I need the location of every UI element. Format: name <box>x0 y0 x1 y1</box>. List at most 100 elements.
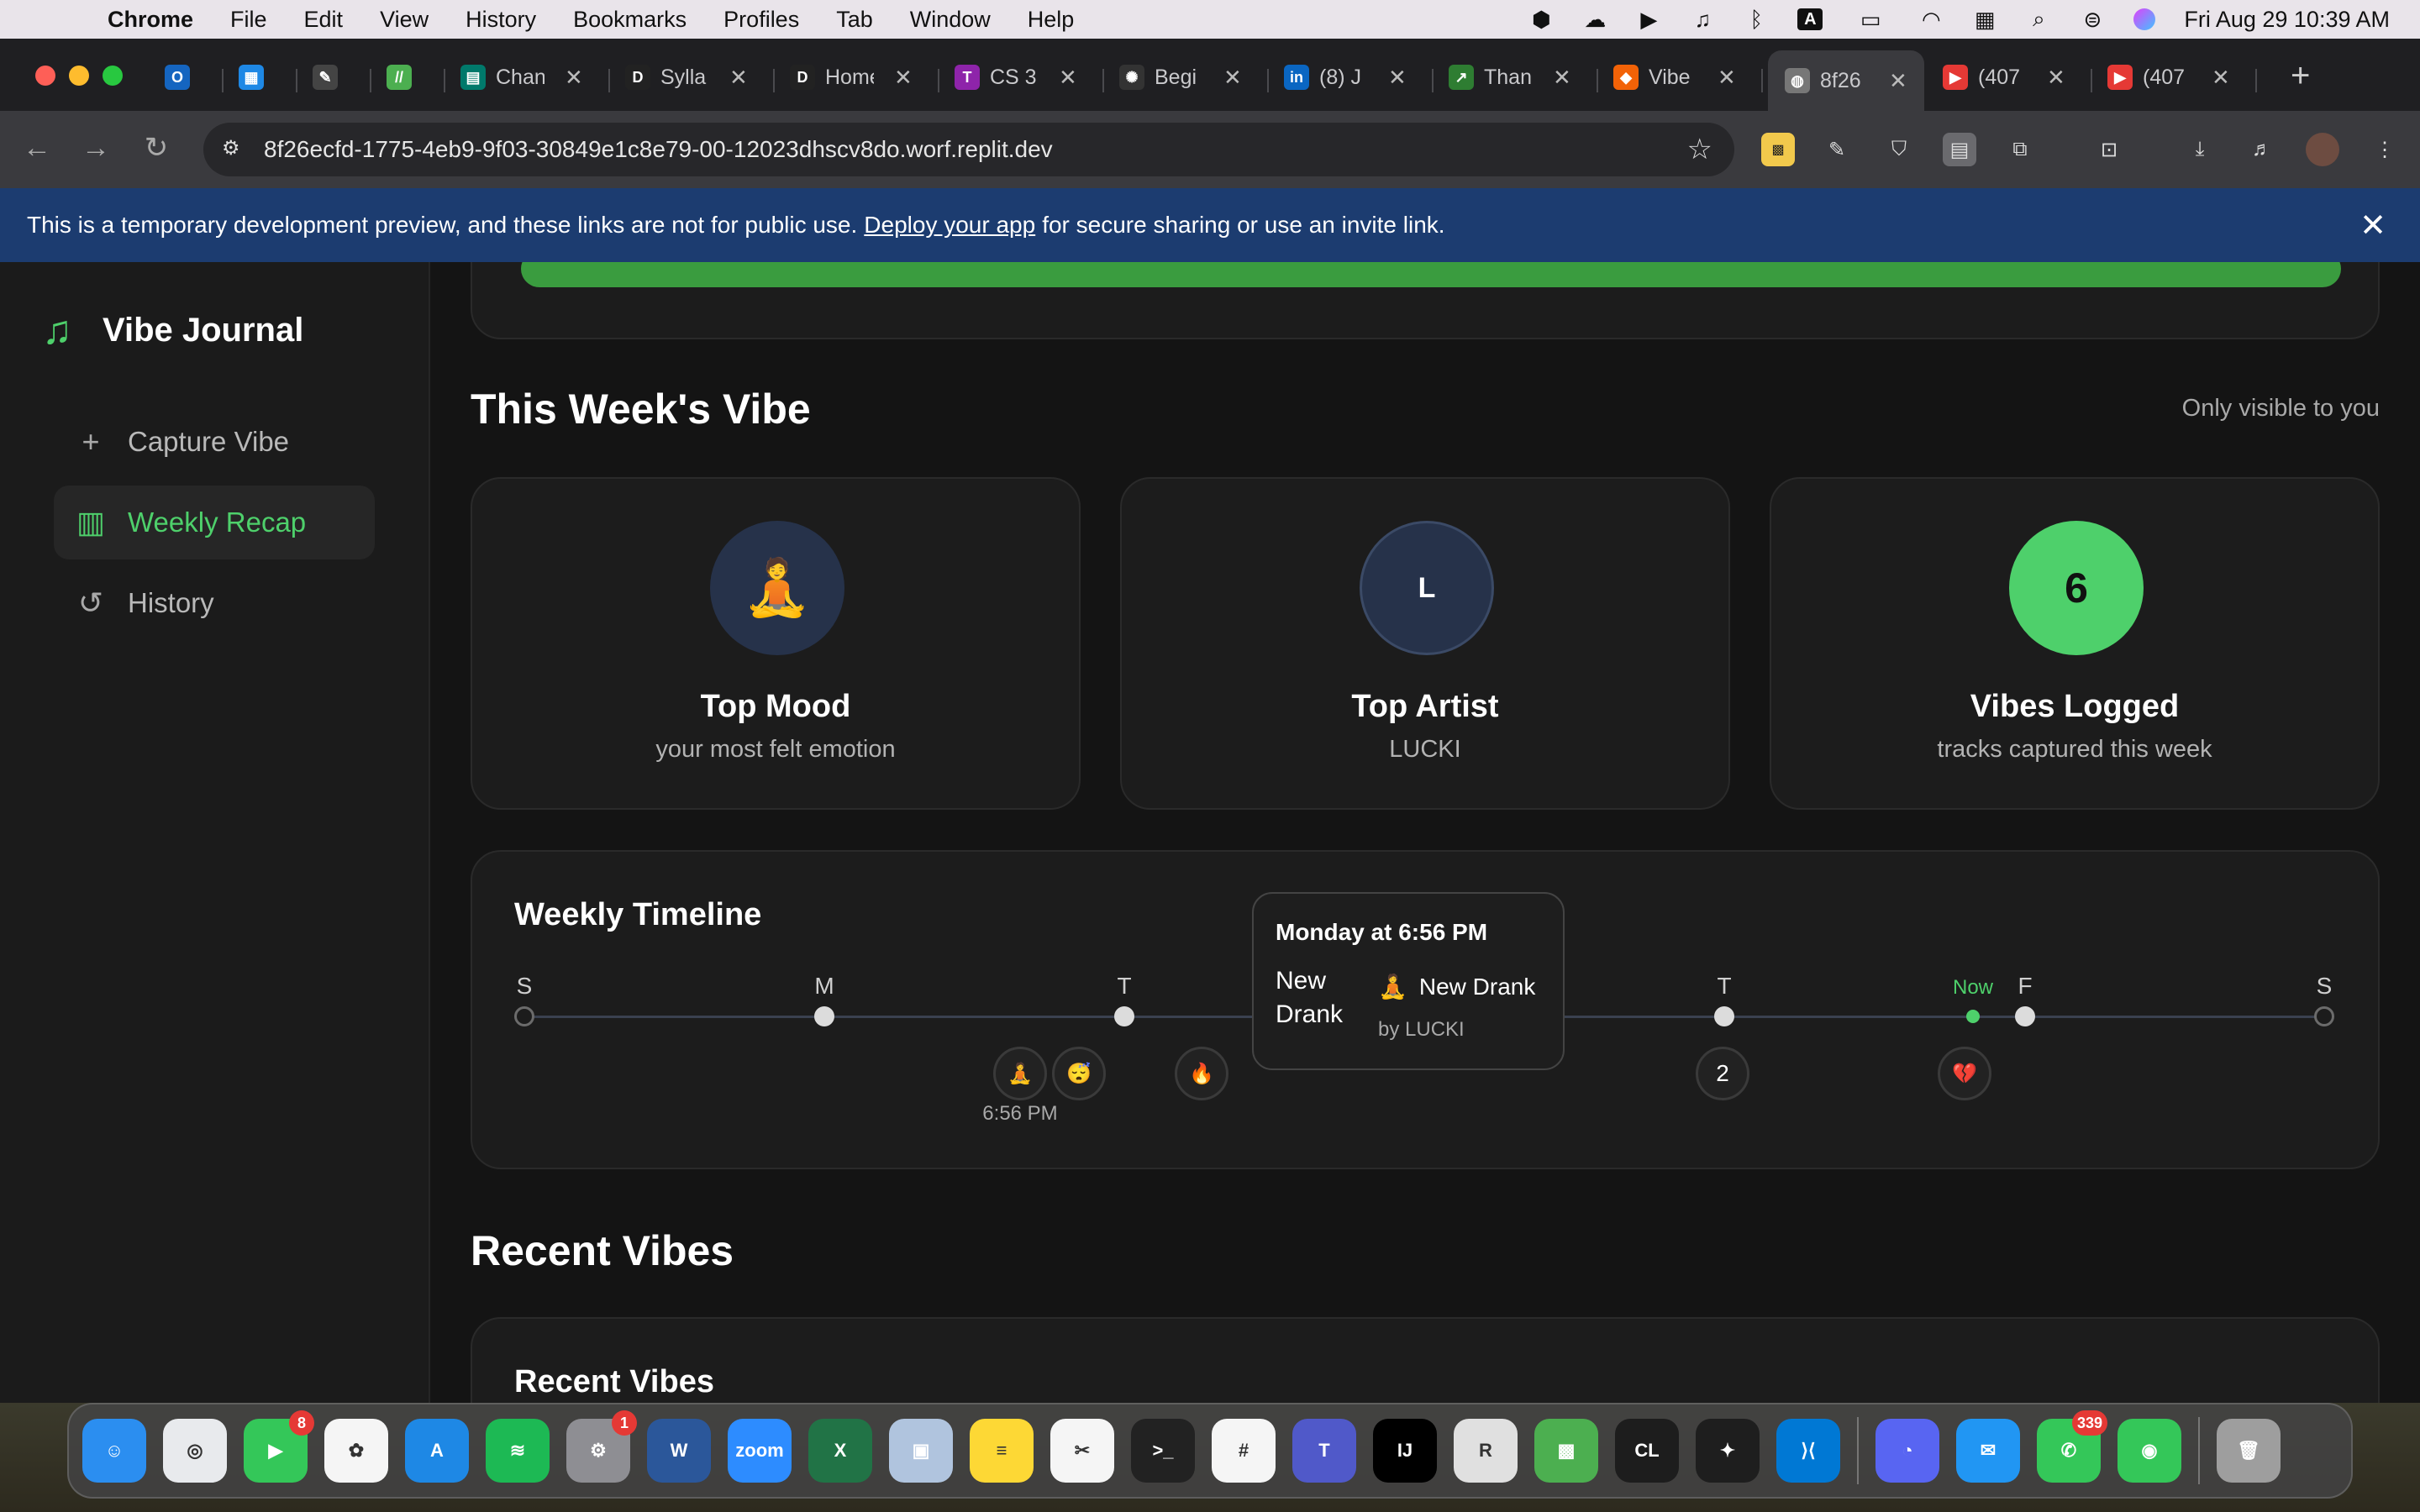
browser-tab[interactable]: // <box>387 57 422 97</box>
slack-icon[interactable]: # <box>1212 1419 1276 1483</box>
minecraft-icon[interactable]: ▩ <box>1534 1419 1598 1483</box>
day-dot[interactable] <box>514 1006 534 1026</box>
new-tab-button[interactable]: + <box>2291 57 2310 95</box>
zoom-window-button[interactable] <box>103 66 123 86</box>
eyedropper-icon[interactable]: ✎ <box>1820 133 1854 166</box>
chrome-menu-icon[interactable]: ⋮ <box>2368 133 2402 166</box>
browser-tab[interactable]: ✺ Begi ✕ <box>1119 57 1242 97</box>
capcut-icon[interactable]: ✂ <box>1050 1419 1114 1483</box>
browser-tab[interactable]: ▶ (407 ✕ <box>1943 57 2065 97</box>
back-button[interactable]: ← <box>18 129 55 166</box>
sidebar-item-capture-vibe[interactable]: + Capture Vibe <box>54 405 375 479</box>
close-tab-icon[interactable]: ✕ <box>2212 65 2230 91</box>
terminal-icon[interactable]: >_ <box>1131 1419 1195 1483</box>
browser-tab[interactable]: T CS 3 ✕ <box>955 57 1077 97</box>
day-dot[interactable] <box>1114 1006 1134 1026</box>
close-window-button[interactable] <box>35 66 55 86</box>
media-control-icon[interactable]: ♬ <box>2245 133 2279 166</box>
close-tab-icon[interactable]: ✕ <box>1889 68 1907 94</box>
browser-tab[interactable]: ▤ Chan ✕ <box>460 57 583 97</box>
find-my-icon[interactable]: ◉ <box>2118 1419 2181 1483</box>
excel-icon[interactable]: X <box>808 1419 872 1483</box>
menu-profiles[interactable]: Profiles <box>723 7 799 33</box>
spotlight-search-icon[interactable]: ⌕ <box>2026 6 2051 31</box>
address-url[interactable]: 8f26ecfd-1775-4eb9-9f03-30849e1c8e79-00-… <box>264 136 1053 163</box>
close-tab-icon[interactable]: ✕ <box>1553 65 1571 91</box>
extension-icon[interactable]: ▤ <box>1943 133 1976 166</box>
settings-icon[interactable]: ⚙ 1 <box>566 1410 637 1483</box>
day-dot[interactable] <box>814 1006 834 1026</box>
tab-search-icon[interactable]: ⊡ <box>2092 133 2126 166</box>
address-bar[interactable]: ⚙ 8f26ecfd-1775-4eb9-9f03-30849e1c8e79-0… <box>203 123 1734 176</box>
brand[interactable]: ♫ Vibe Journal <box>42 307 303 354</box>
menu-window[interactable]: Window <box>910 7 991 33</box>
menu-history[interactable]: History <box>466 7 536 33</box>
close-tab-icon[interactable]: ✕ <box>1059 65 1077 91</box>
app-store-icon[interactable]: A <box>405 1419 469 1483</box>
status-app-icon[interactable]: ⬢ <box>1528 7 1554 32</box>
browser-tab[interactable]: D Home ✕ <box>790 57 913 97</box>
discord-icon[interactable]: ◔ <box>1876 1419 1939 1483</box>
preview-icon[interactable]: ▣ <box>889 1419 953 1483</box>
menu-view[interactable]: View <box>380 7 429 33</box>
status-creative-cloud-icon[interactable]: ☁ <box>1582 7 1607 32</box>
shield-extension-icon[interactable]: ⛉ <box>1882 133 1916 166</box>
green-action-bar[interactable] <box>521 262 2341 287</box>
keyboard-input-icon[interactable]: A <box>1797 8 1823 30</box>
facetime-icon[interactable]: ▶ 8 <box>244 1410 314 1483</box>
browser-tab[interactable]: ◆ Vibe ✕ <box>1613 57 1736 97</box>
photos-icon[interactable]: ✿ <box>324 1419 388 1483</box>
status-play-icon[interactable]: ▶ <box>1636 7 1661 32</box>
word-icon[interactable]: W <box>647 1419 711 1483</box>
bookmark-star-icon[interactable]: ☆ <box>1687 133 1712 166</box>
siri-icon[interactable] <box>2133 8 2156 30</box>
clion-icon[interactable]: CL <box>1615 1419 1679 1483</box>
close-tab-icon[interactable]: ✕ <box>1388 65 1407 91</box>
browser-tab[interactable]: D Sylla ✕ <box>625 57 748 97</box>
timeline-entry[interactable]: 🧘 <box>993 1047 1047 1100</box>
close-tab-icon[interactable]: ✕ <box>565 65 583 91</box>
browser-tab[interactable]: ▦ <box>239 57 274 97</box>
intellij-icon[interactable]: IJ <box>1373 1419 1437 1483</box>
control-center-icon[interactable]: ⊜ <box>2080 7 2105 32</box>
notes-icon[interactable]: ≡ <box>970 1419 1034 1483</box>
menu-help[interactable]: Help <box>1028 7 1075 33</box>
forward-button[interactable]: → <box>77 129 114 166</box>
download-icon[interactable]: ⤓ <box>2183 133 2217 166</box>
browser-tab[interactable]: ▶ (407 ✕ <box>2107 57 2230 97</box>
day-dot[interactable] <box>1714 1006 1734 1026</box>
site-info-icon[interactable]: ⚙ <box>222 136 249 163</box>
browser-tab[interactable]: in (8) J ✕ <box>1284 57 1407 97</box>
spotify-icon[interactable]: ≋ <box>486 1419 550 1483</box>
memory-icon[interactable]: ▦ <box>1972 7 1997 32</box>
menu-app-name[interactable]: Chrome <box>108 7 193 33</box>
wifi-icon[interactable]: ◠ <box>1918 7 1944 32</box>
close-tab-icon[interactable]: ✕ <box>894 65 913 91</box>
browser-tab[interactable]: ✎ <box>313 57 348 97</box>
trash-icon[interactable]: 🗑 <box>2217 1419 2281 1483</box>
menu-bookmarks[interactable]: Bookmarks <box>573 7 687 33</box>
battery-icon[interactable]: ▭ <box>1851 7 1890 32</box>
close-banner-icon[interactable]: ✕ <box>2360 207 2386 244</box>
extension-2048-icon[interactable]: ▩ <box>1761 133 1795 166</box>
close-tab-icon[interactable]: ✕ <box>1718 65 1736 91</box>
sidebar-item-weekly-recap[interactable]: ▥ Weekly Recap <box>54 486 375 559</box>
timeline-entry[interactable]: 💔 <box>1938 1047 1991 1100</box>
finder-icon[interactable]: ☺ <box>82 1419 146 1483</box>
timeline-entry[interactable]: 😴 <box>1052 1047 1106 1100</box>
day-dot[interactable] <box>2015 1006 2035 1026</box>
deploy-app-link[interactable]: Deploy your app <box>864 212 1035 239</box>
profile-avatar[interactable] <box>2306 133 2339 166</box>
close-tab-icon[interactable]: ✕ <box>1223 65 1242 91</box>
chrome-icon[interactable]: ◎ <box>163 1419 227 1483</box>
menu-clock[interactable]: Fri Aug 29 10:39 AM <box>2184 7 2390 33</box>
r-icon[interactable]: R <box>1454 1419 1518 1483</box>
close-tab-icon[interactable]: ✕ <box>2047 65 2065 91</box>
menu-tab[interactable]: Tab <box>836 7 873 33</box>
messages-icon[interactable]: ✆ 339 <box>2037 1410 2107 1483</box>
airpods-icon[interactable]: ♫ <box>1690 7 1715 32</box>
zoom-icon[interactable]: zoom <box>728 1419 792 1483</box>
browser-tab[interactable]: ◍ 8f26 ✕ <box>1768 50 1924 111</box>
bluetooth-icon[interactable]: ᛒ <box>1744 7 1769 32</box>
mail-icon[interactable]: ✉ <box>1956 1419 2020 1483</box>
